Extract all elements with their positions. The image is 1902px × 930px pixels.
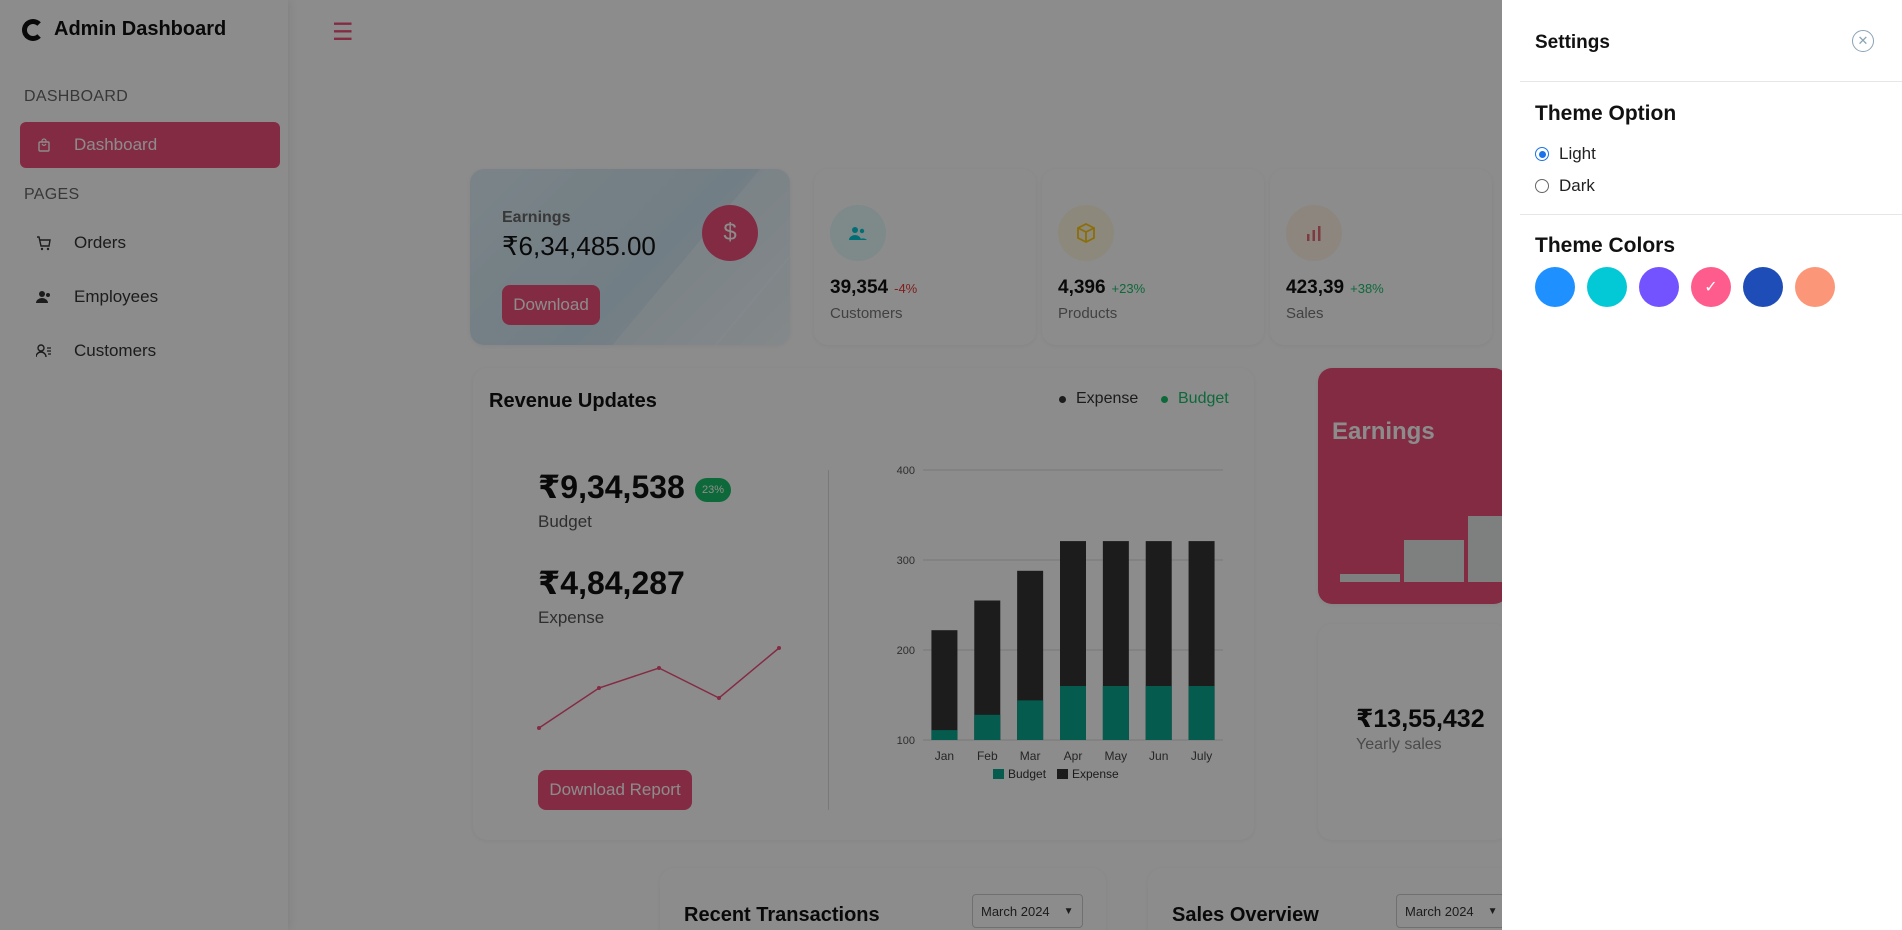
divider: [1520, 214, 1902, 215]
radio-selected-icon[interactable]: [1535, 147, 1549, 161]
radio-icon[interactable]: [1535, 179, 1549, 193]
modal-backdrop[interactable]: [0, 0, 1502, 930]
divider: [1520, 81, 1902, 82]
theme-option-heading: Theme Option: [1535, 102, 1677, 125]
settings-title: Settings: [1535, 32, 1610, 53]
close-icon[interactable]: ✕: [1852, 30, 1874, 52]
theme-colors-heading: Theme Colors: [1535, 234, 1676, 257]
color-swatch-navy[interactable]: [1743, 267, 1783, 307]
theme-dark-label: Dark: [1559, 176, 1595, 195]
color-swatch-blue[interactable]: [1535, 267, 1575, 307]
color-swatch-cyan[interactable]: [1587, 267, 1627, 307]
check-icon: ✓: [1704, 279, 1718, 296]
theme-light-radio[interactable]: Light: [1535, 144, 1596, 164]
color-swatch-purple[interactable]: [1639, 267, 1679, 307]
theme-dark-radio[interactable]: Dark: [1535, 176, 1595, 196]
theme-light-label: Light: [1559, 144, 1596, 163]
color-swatch-peach[interactable]: [1795, 267, 1835, 307]
settings-panel: [1502, 0, 1902, 930]
color-swatch-pink[interactable]: ✓: [1691, 267, 1731, 307]
